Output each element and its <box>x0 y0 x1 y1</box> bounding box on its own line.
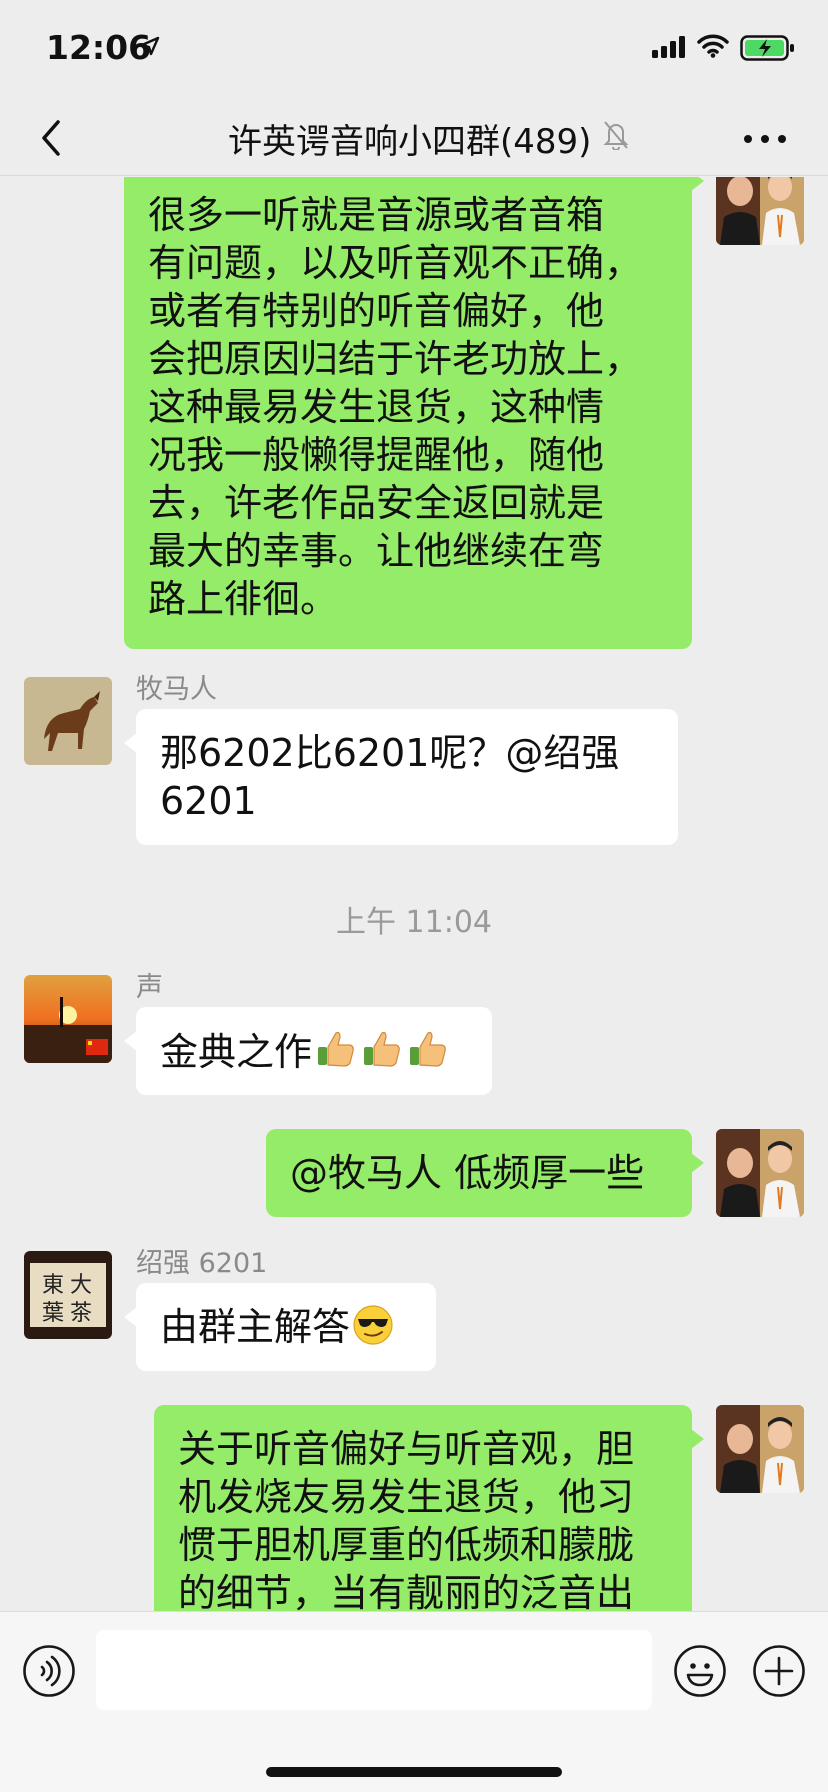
message-bubble[interactable]: 很多一听就是音源或者音箱 有问题，以及听音观不正确， 或者有特别的听音偏好，他 … <box>124 177 704 649</box>
sender-avatar-horse[interactable] <box>24 677 112 765</box>
message-input[interactable] <box>96 1630 652 1710</box>
my-avatar[interactable] <box>716 1405 804 1493</box>
message-line: 的细节，当有靓丽的泛音出 <box>178 1571 635 1611</box>
message-text: 由群主解答 <box>160 1305 351 1349</box>
voice-input-icon[interactable] <box>22 1644 76 1698</box>
sender-name: 声 <box>136 972 163 1003</box>
chat-header: 许英谔音响小四群(489) <box>0 100 828 176</box>
message-outgoing: 很多一听就是音源或者音箱 有问题，以及听音观不正确， 或者有特别的听音偏好，他 … <box>0 177 828 649</box>
cellular-signal-icon <box>652 36 685 58</box>
calligraphy-char: 葉 <box>42 1301 65 1326</box>
calligraphy-frame-icon <box>24 1251 112 1339</box>
sunglasses-emoji-icon <box>353 1305 393 1345</box>
chat-title: 许英谔音响小四群(489) <box>228 122 592 162</box>
location-arrow-icon <box>140 36 160 56</box>
plus-more-icon[interactable] <box>752 1644 806 1698</box>
status-time: 12:06 <box>46 28 152 67</box>
my-avatar[interactable] <box>716 177 804 245</box>
portrait-photo-icon <box>716 1405 804 1493</box>
message-line: 那6202比6201呢？@绍强 <box>160 731 620 775</box>
message-line: 惯于胆机厚重的低频和朦胧 <box>178 1523 635 1567</box>
message-line: 去，许老作品安全返回就是 <box>148 481 605 525</box>
message-text: 金典之作 <box>160 1030 313 1074</box>
sender-avatar-calligraphy[interactable]: 大 茶 東 葉 <box>24 1251 112 1339</box>
message-bubble[interactable]: 由群主解答 <box>124 1283 436 1371</box>
time-divider: 上午 11:04 <box>336 905 492 940</box>
sunset-photo-icon <box>24 975 112 1063</box>
status-bar: 12:06 <box>0 0 828 100</box>
battery-charging-icon <box>740 35 794 61</box>
message-bubble[interactable]: 关于听音偏好与听音观，胆 机发烧友易发生退货，他习 惯于胆机厚重的低频和朦胧 的… <box>154 1405 704 1611</box>
message-line: 最大的幸事。让他继续在弯 <box>148 529 605 573</box>
thumbs-up-emoji-icon <box>364 1031 400 1067</box>
message-line: 这种最易发生退货，这种情 <box>148 385 605 429</box>
sender-avatar-sunset[interactable] <box>24 975 112 1063</box>
message-line: 很多一听就是音源或者音箱 <box>148 193 605 237</box>
my-avatar[interactable] <box>716 1129 804 1217</box>
message-bubble[interactable]: 那6202比6201呢？@绍强 6201 <box>124 709 678 845</box>
horse-painting-icon <box>24 677 112 765</box>
wifi-icon <box>697 34 729 58</box>
sender-name: 牧马人 <box>136 674 217 705</box>
message-line: 有问题，以及听音观不正确， <box>148 241 643 285</box>
calligraphy-char: 茶 <box>70 1301 93 1326</box>
message-line: 关于听音偏好与听音观，胆 <box>178 1427 635 1471</box>
thumbs-up-emoji-icon <box>410 1031 446 1067</box>
message-line: 6201 <box>160 779 257 823</box>
portrait-photo-icon <box>716 177 804 245</box>
message-list[interactable]: 很多一听就是音源或者音箱 有问题，以及听音观不正确， 或者有特别的听音偏好，他 … <box>0 177 828 1611</box>
message-text: @牧马人 低频厚一些 <box>290 1151 645 1195</box>
message-line: 路上徘徊。 <box>148 577 339 621</box>
message-line: 机发烧友易发生退货，他习 <box>178 1475 635 1519</box>
more-options-icon[interactable] <box>740 124 790 154</box>
message-line: 况我一般懒得提醒他，随他 <box>148 433 605 477</box>
mute-bell-icon <box>603 121 629 150</box>
portrait-photo-icon <box>716 1129 804 1217</box>
back-chevron-icon[interactable] <box>34 116 70 160</box>
input-bar <box>0 1611 828 1792</box>
message-line: 会把原因归结于许老功放上， <box>148 337 643 381</box>
message-bubble[interactable]: 金典之作 <box>124 1007 492 1095</box>
home-indicator <box>266 1767 562 1777</box>
emoji-icon[interactable] <box>673 1644 727 1698</box>
sender-name: 绍强 6201 <box>136 1248 268 1279</box>
message-line: 或者有特别的听音偏好，他 <box>148 289 605 333</box>
thumbs-up-emoji-icon <box>318 1031 354 1067</box>
message-bubble[interactable]: @牧马人 低频厚一些 <box>266 1129 704 1217</box>
